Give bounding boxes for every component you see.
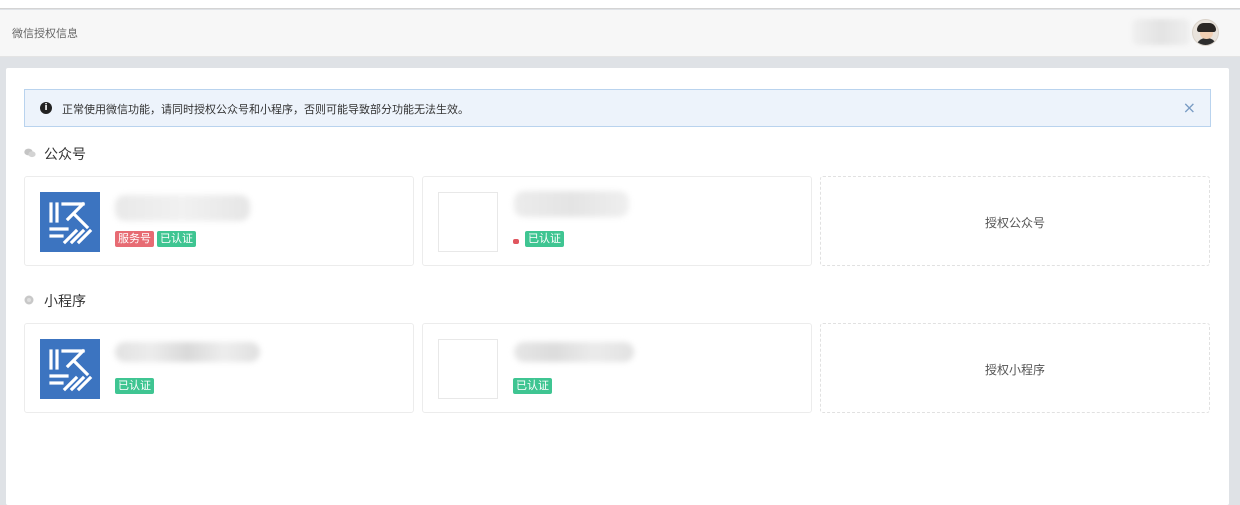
alert-message: 正常使用微信功能，请同时授权公众号和小程序，否则可能导致部分功能无法生效。	[62, 103, 469, 116]
page-header: 微信授权信息	[0, 10, 1240, 57]
account-name	[514, 191, 629, 217]
account-logo	[438, 192, 498, 252]
authorize-label: 授权小程序	[984, 363, 1045, 377]
verified-badge: 已认证	[157, 231, 196, 247]
mini-program-logo	[438, 339, 498, 399]
username[interactable]	[1132, 19, 1190, 45]
verified-badge: 已认证	[513, 378, 552, 394]
info-icon: i	[40, 102, 52, 114]
authorize-official-account-button[interactable]: 授权公众号	[820, 176, 1210, 266]
verified-badge: 已认证	[525, 231, 564, 247]
badge-group: 已认证	[525, 227, 567, 247]
close-icon[interactable]: ×	[1183, 98, 1196, 117]
official-account-card[interactable]: 已认证	[422, 176, 812, 266]
section-title-mini-programs: 小程序	[24, 291, 86, 311]
page-title: 微信授权信息	[12, 27, 78, 40]
authorize-label: 授权公众号	[984, 216, 1045, 230]
verified-badge: 已认证	[115, 378, 154, 394]
authorize-mini-program-button[interactable]: 授权小程序	[820, 323, 1210, 413]
mini-program-card[interactable]: 已认证	[422, 323, 812, 413]
dot-icon	[24, 295, 36, 308]
main-panel: i 正常使用微信功能，请同时授权公众号和小程序，否则可能导致部分功能无法生效。 …	[6, 68, 1229, 505]
mini-program-card[interactable]: 已认证	[24, 323, 414, 413]
section-title-label: 公众号	[44, 147, 86, 163]
account-logo	[40, 192, 100, 252]
mini-program-logo	[40, 339, 100, 399]
service-account-badge: 服务号	[115, 231, 154, 247]
notice-alert: i 正常使用微信功能，请同时授权公众号和小程序，否则可能导致部分功能无法生效。 …	[24, 89, 1211, 127]
avatar[interactable]	[1192, 19, 1219, 46]
status-dot	[513, 239, 519, 244]
window-top-edge	[0, 0, 1240, 9]
mini-program-name	[514, 342, 634, 362]
badge-group: 已认证	[115, 374, 157, 394]
section-title-label: 小程序	[44, 294, 86, 310]
account-name	[115, 195, 250, 221]
section-title-official-accounts: 公众号	[24, 144, 86, 164]
wechat-icon	[24, 148, 36, 161]
mini-program-name	[115, 342, 260, 362]
official-account-card[interactable]: 服务号 已认证	[24, 176, 414, 266]
badge-group: 服务号 已认证	[115, 227, 199, 247]
badge-group: 已认证	[513, 374, 555, 394]
